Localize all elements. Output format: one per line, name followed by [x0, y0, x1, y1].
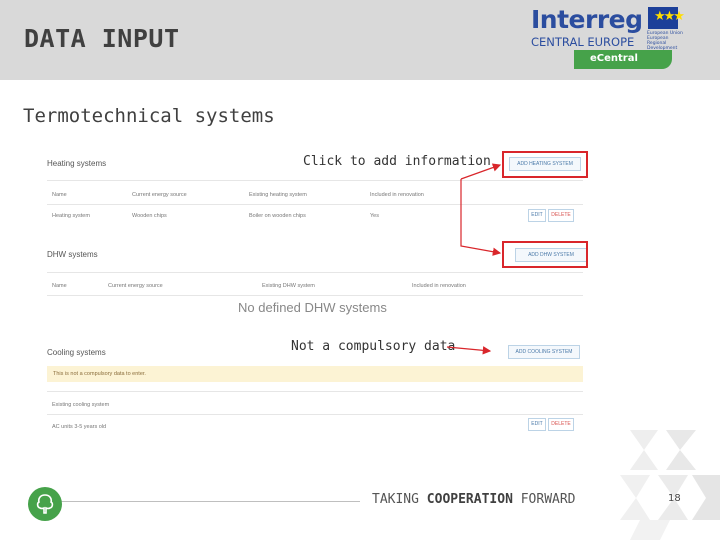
footer-divider	[60, 501, 360, 502]
logo-central-europe-text: CENTRAL EUROPE	[531, 35, 635, 49]
heating-delete-button[interactable]: DELETE	[548, 209, 574, 222]
slide-title: DATA INPUT	[24, 24, 180, 53]
callout-not-compulsory: Not a compulsory data	[291, 339, 456, 354]
interreg-logo: Interreg CENTRAL EUROPE ★★★ European Uni…	[528, 5, 688, 71]
footer-text-bold: COOPERATION	[426, 492, 513, 507]
heating-row-name: Heating system	[52, 213, 90, 219]
highlight-box-dhw	[502, 241, 588, 268]
heating-row-system: Boiler on wooden chips	[249, 213, 306, 219]
divider	[47, 272, 583, 273]
cooling-systems-heading: Cooling systems	[47, 348, 106, 357]
heating-col-source: Current energy source	[132, 192, 187, 198]
dhw-systems-heading: DHW systems	[47, 250, 98, 259]
divider	[47, 204, 583, 205]
cooling-col-system: Existing cooling system	[52, 402, 110, 408]
footer-text-post: FORWARD	[512, 492, 576, 507]
tree-logo-icon	[28, 487, 62, 521]
heating-col-included: Included in renovation	[370, 192, 424, 198]
add-cooling-system-button[interactable]: ADD COOLING SYSTEM	[508, 345, 580, 359]
footer-tagline: TAKING COOPERATION FORWARD	[372, 492, 576, 507]
cooling-delete-button[interactable]: DELETE	[548, 418, 574, 431]
heating-col-system: Existing heating system	[249, 192, 307, 198]
heating-col-name: Name	[52, 192, 67, 198]
divider	[47, 295, 583, 296]
cooling-notice: This is not a compulsory data to enter.	[47, 366, 583, 382]
heating-row-source: Wooden chips	[132, 213, 167, 219]
app-screenshot: Heating systems ADD HEATING SYSTEM Name …	[40, 148, 600, 438]
dhw-col-included: Included in renovation	[412, 283, 466, 289]
dhw-empty-message: No defined DHW systems	[238, 300, 387, 315]
highlight-box-heating	[502, 151, 588, 178]
cooling-notice-text: This is not a compulsory data to enter.	[53, 371, 146, 377]
page-number: 18	[668, 493, 681, 504]
heating-row-included: Yes	[370, 213, 379, 219]
eu-flag-icon: ★★★	[648, 7, 685, 29]
cooling-row-system: AC units 3-5 years old	[52, 424, 107, 430]
dhw-col-source: Current energy source	[108, 283, 163, 289]
logo-interreg-text: Interreg	[531, 5, 643, 34]
dhw-col-system: Existing DHW system	[262, 283, 315, 289]
divider	[47, 180, 583, 181]
divider	[47, 414, 583, 415]
callout-add-info: Click to add information	[303, 154, 491, 169]
footer-text-pre: TAKING	[372, 492, 427, 507]
heating-edit-button[interactable]: EDIT	[528, 209, 546, 222]
logo-ecentral-badge: eCentral	[574, 50, 672, 69]
cooling-edit-button[interactable]: EDIT	[528, 418, 546, 431]
section-title: Termotechnical systems	[23, 105, 275, 127]
divider	[47, 391, 583, 392]
heating-systems-heading: Heating systems	[47, 159, 107, 168]
dhw-col-name: Name	[52, 283, 67, 289]
decorative-arrows-graphic	[620, 430, 720, 540]
